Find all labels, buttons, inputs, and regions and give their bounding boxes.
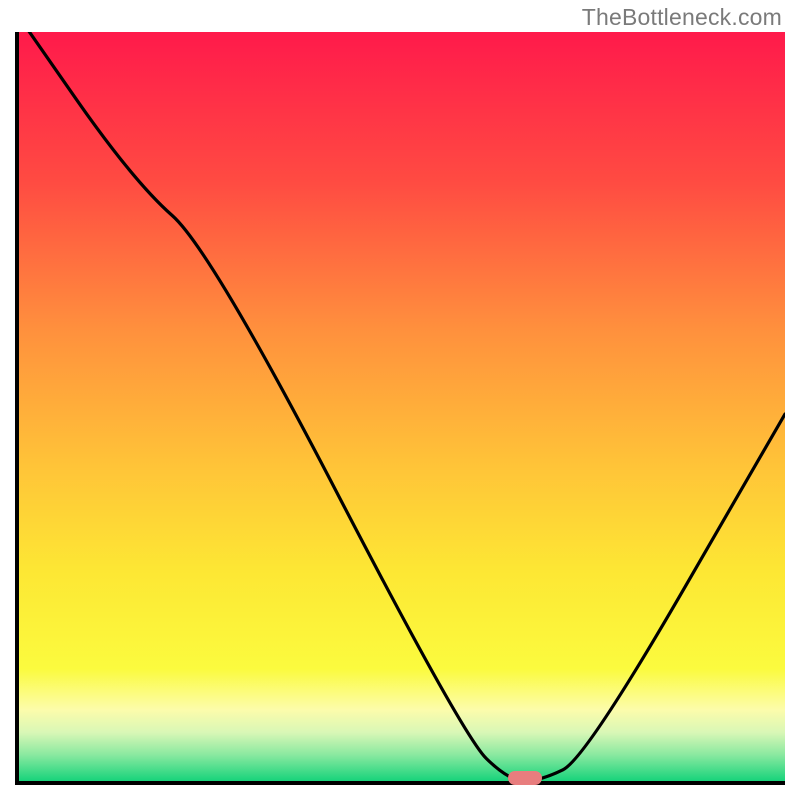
chart-marker [508,771,542,785]
chart-line-series [19,32,785,781]
chart-plot-area [15,32,785,785]
watermark-text: TheBottleneck.com [582,4,782,31]
